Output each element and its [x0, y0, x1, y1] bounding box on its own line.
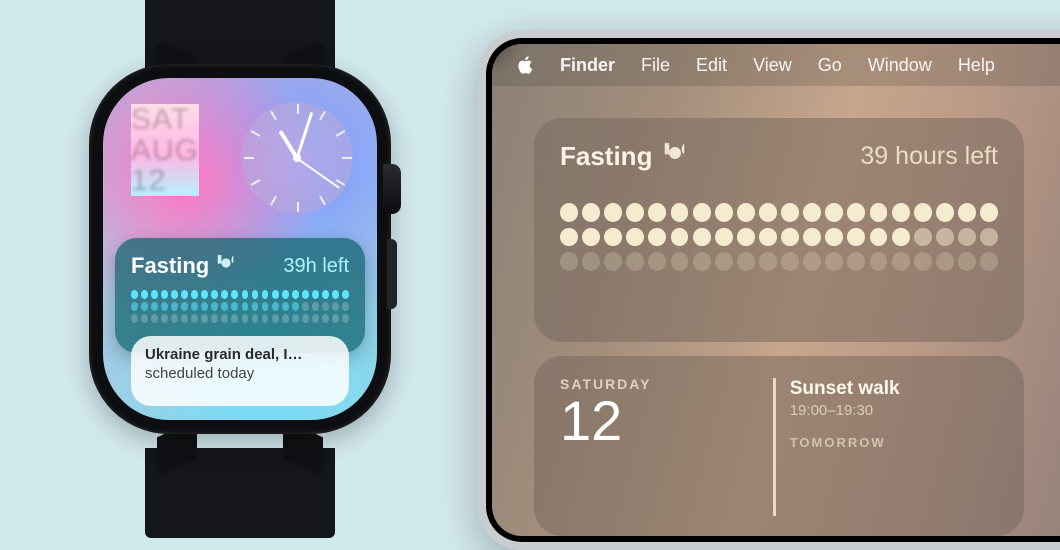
menu-bar: Finder File Edit View Go Window Help [492, 44, 1060, 86]
news-headline: Ukraine grain deal, I… [145, 346, 335, 365]
plate-utensils-icon [215, 252, 237, 280]
fasting-progress-dots-watch [131, 290, 349, 323]
digital-crown[interactable] [383, 164, 401, 214]
menu-help[interactable]: Help [958, 55, 995, 76]
menu-edit[interactable]: Edit [696, 55, 727, 76]
ipad-device: Finder File Edit View Go Window Help Fas… [478, 30, 1060, 550]
ipad-screen[interactable]: Finder File Edit View Go Window Help Fas… [492, 44, 1060, 536]
fasting-time-left-watch: 39h left [283, 255, 349, 278]
apple-watch: SAT AUG 12 Fasting [77, 0, 403, 538]
news-subline: scheduled today [145, 365, 335, 384]
menu-view[interactable]: View [753, 55, 792, 76]
watch-date: SAT AUG 12 [131, 104, 199, 196]
event-time: 19:00–19:30 [790, 402, 998, 419]
watch-case: SAT AUG 12 Fasting [89, 64, 391, 434]
watch-day: 12 [131, 165, 199, 196]
watch-month: AUG [131, 135, 199, 166]
side-button[interactable] [387, 239, 397, 309]
watch-dow: SAT [131, 104, 199, 135]
fasting-title-ipad: Fasting [560, 141, 652, 172]
watch-screen[interactable]: SAT AUG 12 Fasting [103, 78, 377, 420]
event-title: Sunset walk [790, 378, 998, 400]
menu-app-name[interactable]: Finder [560, 55, 615, 76]
fasting-widget-ipad[interactable]: Fasting 39 hours left [534, 118, 1024, 342]
calendar-event: Sunset walk 19:00–19:30 TOMORROW [773, 378, 998, 516]
menu-go[interactable]: Go [818, 55, 842, 76]
fasting-time-left-ipad: 39 hours left [860, 142, 998, 171]
apple-menu-icon[interactable] [516, 56, 534, 74]
tomorrow-label: TOMORROW [790, 435, 998, 450]
calendar-widget[interactable]: SATURDAY 12 Sunset walk 19:00–19:30 TOMO… [534, 356, 1024, 536]
plate-utensils-icon [662, 140, 688, 173]
fasting-title-watch: Fasting [131, 253, 209, 279]
fasting-progress-dots-ipad [560, 203, 998, 271]
analog-clock [241, 102, 353, 214]
menu-file[interactable]: File [641, 55, 670, 76]
news-peek-card[interactable]: Ukraine grain deal, I… scheduled today [131, 336, 349, 406]
menu-window[interactable]: Window [868, 55, 932, 76]
calendar-day-number: 12 [560, 392, 753, 451]
